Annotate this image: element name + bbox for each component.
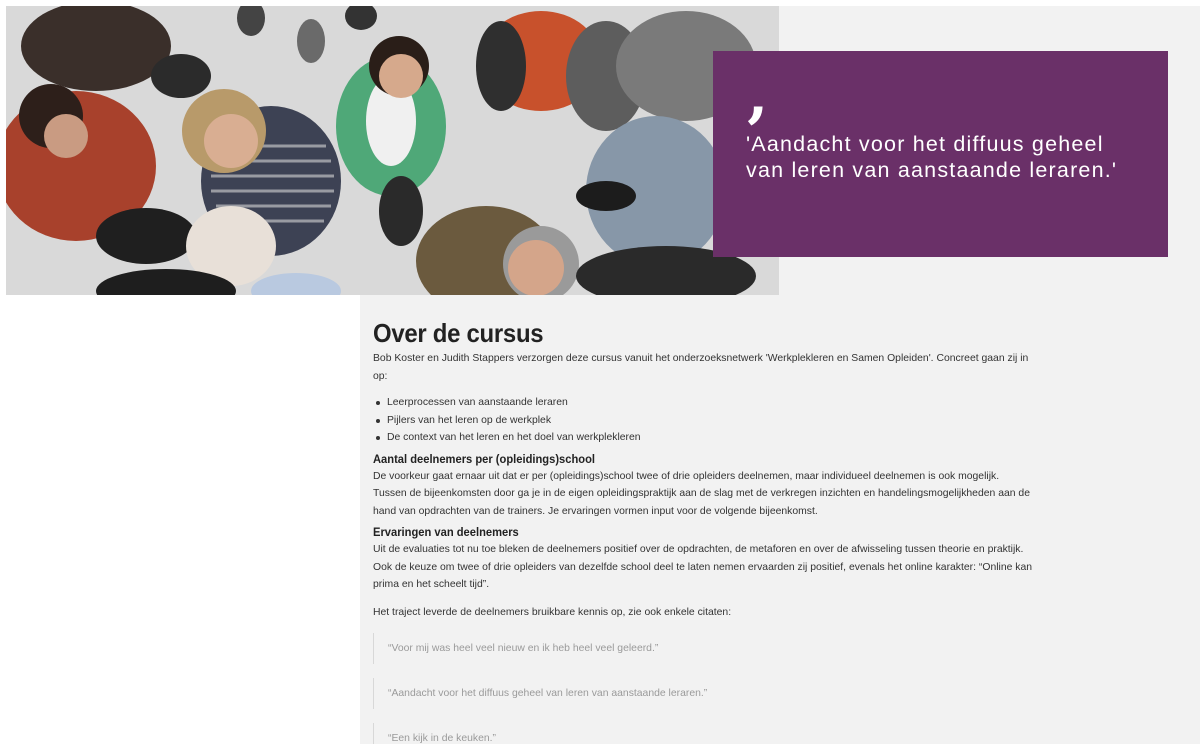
quote-box: ‚ 'Aandacht voor het diffuus geheel van … — [713, 51, 1168, 257]
list-item: Leerprocessen van aanstaande leraren — [373, 394, 1033, 412]
testimonial-quote: “Voor mij was heel veel nieuw en ik heb … — [373, 633, 1033, 664]
quote-box-text: 'Aandacht voor het diffuus geheel van le… — [746, 132, 1118, 182]
page-title: Over de cursus — [373, 318, 544, 348]
topics-list: Leerprocessen van aanstaande leraren Pij… — [373, 394, 1033, 447]
participants-paragraph: De voorkeur gaat ernaar uit dat er per (… — [373, 470, 1030, 517]
course-article: Over de cursus Bob Koster en Judith Stap… — [373, 318, 1033, 744]
intro-paragraph: Bob Koster en Judith Stappers verzorgen … — [373, 353, 1029, 382]
list-item: Pijlers van het leren op de werkplek — [373, 412, 1033, 430]
section-heading-participants: Aantal deelnemers per (opleidings)school — [373, 451, 596, 466]
page: ‚ 'Aandacht voor het diffuus geheel van … — [0, 0, 1200, 744]
experiences-paragraph: Uit de evaluaties tot nu toe bleken de d… — [373, 544, 1033, 590]
quotes-lead: Het traject leverde de deelnemers bruikb… — [373, 606, 732, 618]
testimonial-quote: “Aandacht voor het diffuus geheel van le… — [373, 678, 1033, 709]
section-heading-experiences: Ervaringen van deelnemers — [373, 525, 519, 539]
testimonial-quote: “Een kijk in de keuken.” — [373, 723, 1033, 744]
list-item: De context van het leren en het doel van… — [373, 429, 1033, 447]
hero-image — [6, 6, 779, 295]
crowd-photo-image — [6, 6, 779, 295]
quote-mark-icon: ‚ — [746, 55, 769, 133]
